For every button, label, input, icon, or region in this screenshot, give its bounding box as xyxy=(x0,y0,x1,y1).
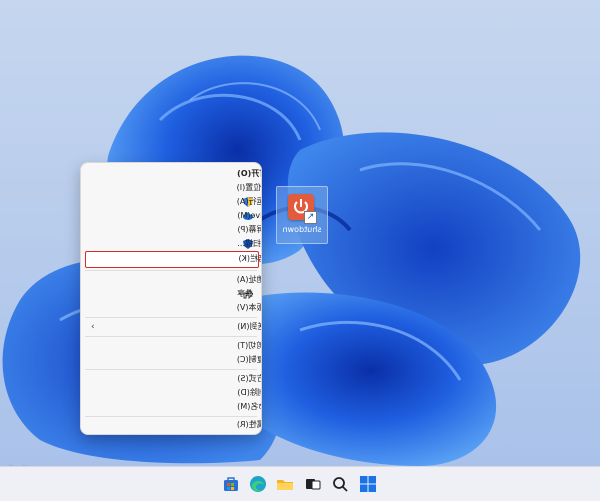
menu-item-label: 属性(R) xyxy=(237,420,261,429)
menu-item-label: 固定到任务栏(K) xyxy=(238,254,261,263)
menu-item-label: 还原以前的版本(V) xyxy=(237,303,262,312)
menu-item-label: 复制(C) xyxy=(237,355,261,364)
microsoft-store-icon[interactable] xyxy=(221,474,241,494)
menu-item-label: 打开(O) xyxy=(237,169,261,178)
menu-item-run-as-admin[interactable]: 以管理员身份运行(A) xyxy=(85,195,261,209)
menu-item-open[interactable]: 打开(O) xyxy=(85,167,261,181)
menu-item-label: 发送到(N) xyxy=(237,322,261,331)
menu-item-label: 以管理员身份运行(A) xyxy=(237,197,261,206)
menu-item-label: 剪切(T) xyxy=(237,341,262,350)
menu-item-label: 固定到"开始"屏幕(P) xyxy=(237,225,261,234)
menu-item-open-file-location[interactable]: 打开文件所在的位置(I) xyxy=(85,181,261,195)
menu-divider xyxy=(85,336,257,337)
menu-item-label: 创建快捷方式(S) xyxy=(237,374,262,383)
menu-item-delete[interactable]: 删除(D) xyxy=(85,386,261,400)
shutdown-desktop-shortcut[interactable]: ↗ shutdown xyxy=(276,186,328,244)
menu-item-pin-to-taskbar[interactable]: 固定到任务栏(K) xyxy=(85,251,261,268)
menu-item-rename[interactable]: 重命名(M) xyxy=(85,400,261,414)
menu-item-cut[interactable]: 剪切(T) xyxy=(85,339,261,353)
menu-item-restore-previous-versions[interactable]: 还原以前的版本(V) xyxy=(85,301,261,315)
windows-start-icon[interactable] xyxy=(358,474,378,494)
menu-divider xyxy=(85,317,257,318)
menu-item-label: 使用 Microsoft Defender扫描... xyxy=(237,239,261,248)
taskbar xyxy=(0,466,600,501)
menu-item-label: 打开文件所在的位置(I) xyxy=(237,183,262,192)
menu-item-properties[interactable]: 属性(R) xyxy=(85,418,261,432)
menu-item-move-to-onedrive[interactable]: 移动到 OneDrive(M) xyxy=(85,209,261,223)
menu-item-label: 移动到 OneDrive(M) xyxy=(237,211,262,220)
desktop-icon-label: shutdown xyxy=(282,225,322,234)
menu-item-label: 重命名(M) xyxy=(237,402,261,411)
menu-item-send-to[interactable]: ‹ 发送到(N) xyxy=(85,320,261,334)
menu-item-label: 删除(D) xyxy=(237,388,261,397)
menu-item-share[interactable]: 共享 xyxy=(85,287,257,301)
menu-divider xyxy=(85,369,257,370)
menu-divider xyxy=(85,270,257,271)
menu-divider xyxy=(85,416,257,417)
menu-item-create-shortcut[interactable]: 创建快捷方式(S) xyxy=(85,372,261,386)
menu-item-label: 复制文件地址(A) xyxy=(237,275,262,284)
menu-item-copy[interactable]: 复制(C) xyxy=(85,353,261,367)
menu-item-pin-to-start[interactable]: 固定到"开始"屏幕(P) xyxy=(85,223,261,237)
task-view-icon[interactable] xyxy=(303,474,323,494)
menu-item-label: 共享 xyxy=(237,289,253,298)
chevron-left-icon: ‹ xyxy=(91,322,95,332)
shortcut-arrow-icon: ↗ xyxy=(304,211,317,224)
menu-item-defender-scan[interactable]: 使用 Microsoft Defender扫描... xyxy=(85,237,261,251)
search-icon[interactable] xyxy=(330,474,350,494)
file-explorer-icon[interactable] xyxy=(275,474,295,494)
edge-browser-icon[interactable] xyxy=(248,474,268,494)
menu-item-copy-path[interactable]: 复制文件地址(A) xyxy=(85,273,261,287)
context-menu: 打开(O) 打开文件所在的位置(I) 以管理员身份运行(A) 移动到 OneDr… xyxy=(80,162,262,435)
